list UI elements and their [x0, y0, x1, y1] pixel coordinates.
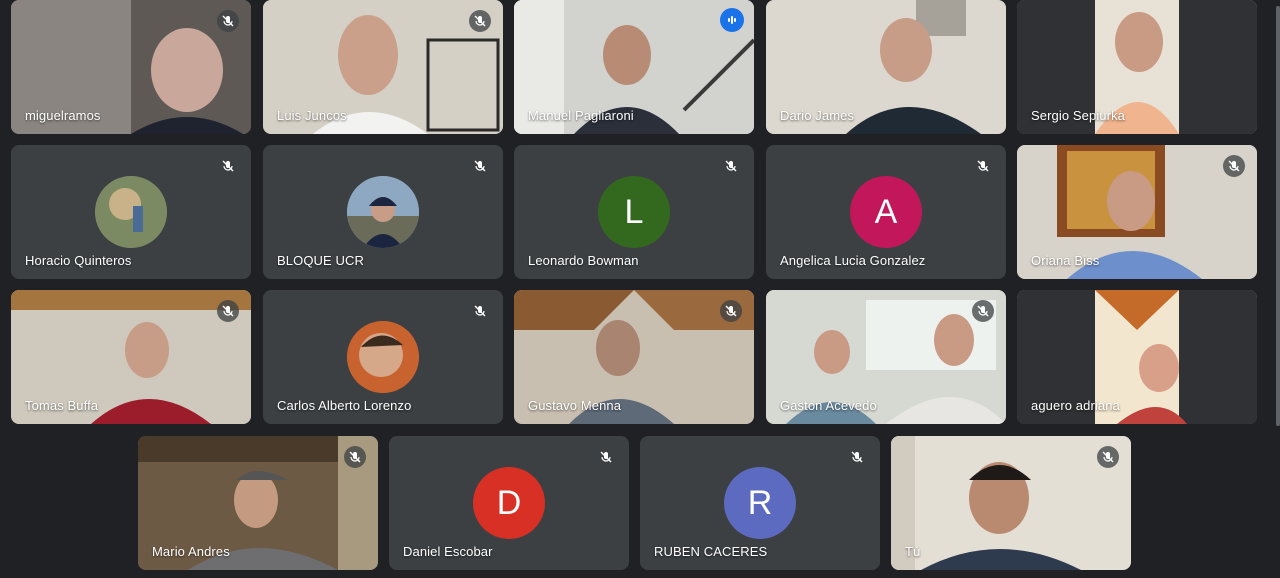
participant-name: Horacio Quinteros — [25, 253, 132, 268]
participant-tile-daniel-escobar[interactable]: D Daniel Escobar — [389, 436, 629, 570]
mic-off-icon — [1223, 155, 1245, 177]
participant-tile-bloque-ucr[interactable]: BLOQUE UCR — [263, 145, 503, 279]
participant-name: Tú — [905, 544, 921, 559]
participant-name: Manuel Pagliaroni — [528, 108, 634, 123]
participant-tile-self[interactable]: Tú — [891, 436, 1131, 570]
mic-off-icon — [595, 446, 617, 468]
mic-off-icon — [972, 300, 994, 322]
participant-name: Angelica Lucia Gonzalez — [780, 253, 926, 268]
participant-name: Daniel Escobar — [403, 544, 493, 559]
mic-off-icon — [217, 155, 239, 177]
participant-tile-sergio-sepiurka[interactable]: Sergio Sepiurka — [1017, 0, 1257, 134]
participant-tile-gaston-acevedo[interactable]: Gaston Acevedo — [766, 290, 1006, 424]
participant-name: Mario Andres — [152, 544, 230, 559]
avatar: A — [850, 176, 922, 248]
participant-name: miguelramos — [25, 108, 101, 123]
mic-off-icon — [846, 446, 868, 468]
mic-off-icon — [1097, 446, 1119, 468]
participant-name: Oriana Biss — [1031, 253, 1100, 268]
video-feed — [891, 436, 1131, 570]
participant-name: RUBEN CACERES — [654, 544, 768, 559]
mic-off-icon — [720, 155, 742, 177]
participant-tile-carlos-alberto-lorenzo[interactable]: Carlos Alberto Lorenzo — [263, 290, 503, 424]
participant-tile-manuel-pagliaroni[interactable]: Manuel Pagliaroni — [514, 0, 754, 134]
participant-tile-mario-andres[interactable]: Mario Andres — [138, 436, 378, 570]
participant-name: Sergio Sepiurka — [1031, 108, 1125, 123]
mic-off-icon — [469, 10, 491, 32]
mic-off-icon — [344, 446, 366, 468]
participant-name: Luis Juncos — [277, 108, 347, 123]
participant-tile-tomas-buffa[interactable]: Tomas Buffa — [11, 290, 251, 424]
participant-tile-miguelramos[interactable]: miguelramos — [11, 0, 251, 134]
participant-tile-dario-james[interactable]: Dario James — [766, 0, 1006, 134]
participant-tile-oriana-biss[interactable]: Oriana Biss — [1017, 145, 1257, 279]
avatar: R — [724, 467, 796, 539]
participant-tile-aguero-adriana[interactable]: aguero adriana — [1017, 290, 1257, 424]
mic-off-icon — [469, 300, 491, 322]
mic-off-icon — [217, 300, 239, 322]
participant-tile-ruben-caceres[interactable]: R RUBEN CACERES — [640, 436, 880, 570]
mic-off-icon — [217, 10, 239, 32]
avatar: L — [598, 176, 670, 248]
participant-name: Dario James — [780, 108, 855, 123]
participant-tile-gustavo-menna[interactable]: Gustavo Menna — [514, 290, 754, 424]
participant-name: Carlos Alberto Lorenzo — [277, 398, 412, 413]
participant-name: Leonardo Bowman — [528, 253, 639, 268]
avatar: D — [473, 467, 545, 539]
avatar — [95, 176, 167, 248]
participant-name: Gaston Acevedo — [780, 398, 877, 413]
participant-name: BLOQUE UCR — [277, 253, 364, 268]
participant-name: Tomas Buffa — [25, 398, 99, 413]
participant-tile-horacio-quinteros[interactable]: Horacio Quinteros — [11, 145, 251, 279]
mic-off-icon — [720, 300, 742, 322]
avatar — [347, 321, 419, 393]
mic-off-icon — [972, 155, 994, 177]
participant-tile-leonardo-bowman[interactable]: L Leonardo Bowman — [514, 145, 754, 279]
avatar — [347, 176, 419, 248]
participant-name: Gustavo Menna — [528, 398, 622, 413]
participant-name: aguero adriana — [1031, 398, 1120, 413]
scrollbar[interactable] — [1276, 6, 1280, 426]
speaking-indicator-icon — [720, 8, 744, 32]
mic-off-icon — [469, 155, 491, 177]
participant-tile-luis-juncos[interactable]: Luis Juncos — [263, 0, 503, 134]
participant-tile-angelica-lucia-gonzalez[interactable]: A Angelica Lucia Gonzalez — [766, 145, 1006, 279]
